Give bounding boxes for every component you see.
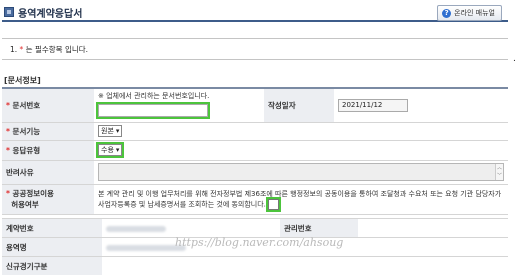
response-type-label: * 응답유형: [2, 139, 94, 160]
contract-number-label: 계약번호: [2, 218, 102, 238]
response-type-select[interactable]: 수용 ▾: [95, 142, 125, 158]
textarea-scrollbar[interactable]: ︿ ﹀: [495, 164, 503, 180]
online-manual-label: 온라인 매뉴얼: [454, 9, 495, 17]
doc-number-input[interactable]: [96, 102, 210, 120]
stray-dot: .: [513, 54, 516, 64]
service-name-label: 용역명: [2, 237, 102, 257]
contract-number-value: [106, 225, 166, 232]
doc-number-hint: ※ 업체에서 관리하는 문서번호입니다.: [98, 92, 210, 101]
manager-number-label: 관리번호: [280, 218, 358, 238]
created-date-label: 작성일자: [264, 87, 334, 122]
consent-text-cell: 본 계약 관리 및 이행 업무처리를 위해 전자정부법 제36조에 따른 행정정…: [94, 183, 508, 214]
new-procurement-label: 신규경기구분: [2, 256, 102, 275]
rejection-reason-textarea[interactable]: ︿ ﹀: [98, 163, 504, 181]
chevron-down-icon: ▾: [115, 146, 120, 154]
consent-text: 본 계약 관리 및 이행 업무처리를 위해 전자정부법 제36조에 따른 행정정…: [98, 189, 502, 209]
help-icon: ?: [442, 8, 452, 18]
service-name-value: [106, 244, 186, 251]
doc-function-label: * 문서기능: [2, 121, 94, 140]
consent-label: * 공공정보이용 허용여부: [2, 183, 94, 214]
doc-info-table: * 문서번호 ※ 업체에서 관리하는 문서번호입니다. 작성일자 2021/11…: [2, 87, 508, 215]
required-notice: 1. * 는 필수항목 입니다.: [2, 38, 508, 60]
blog-watermark: https://blog.naver.com/ahsoug: [175, 236, 344, 249]
rejection-reason-label: 반려사유: [2, 159, 94, 184]
chevron-down-icon: ▾: [115, 127, 120, 135]
page-title: 용역계약응답서: [18, 9, 83, 20]
window-icon: [4, 7, 14, 17]
created-date-field: 2021/11/12: [338, 98, 408, 112]
title-bar: 용역계약응답서 ? 온라인 매뉴얼: [2, 2, 508, 22]
online-manual-button[interactable]: ? 온라인 매뉴얼: [437, 5, 502, 21]
doc-function-select[interactable]: 원본 ▾: [98, 125, 123, 137]
section-title-doc-info: [문서정보]: [4, 76, 41, 85]
consent-checkbox[interactable]: [266, 196, 282, 212]
doc-number-label: * 문서번호: [2, 87, 94, 122]
